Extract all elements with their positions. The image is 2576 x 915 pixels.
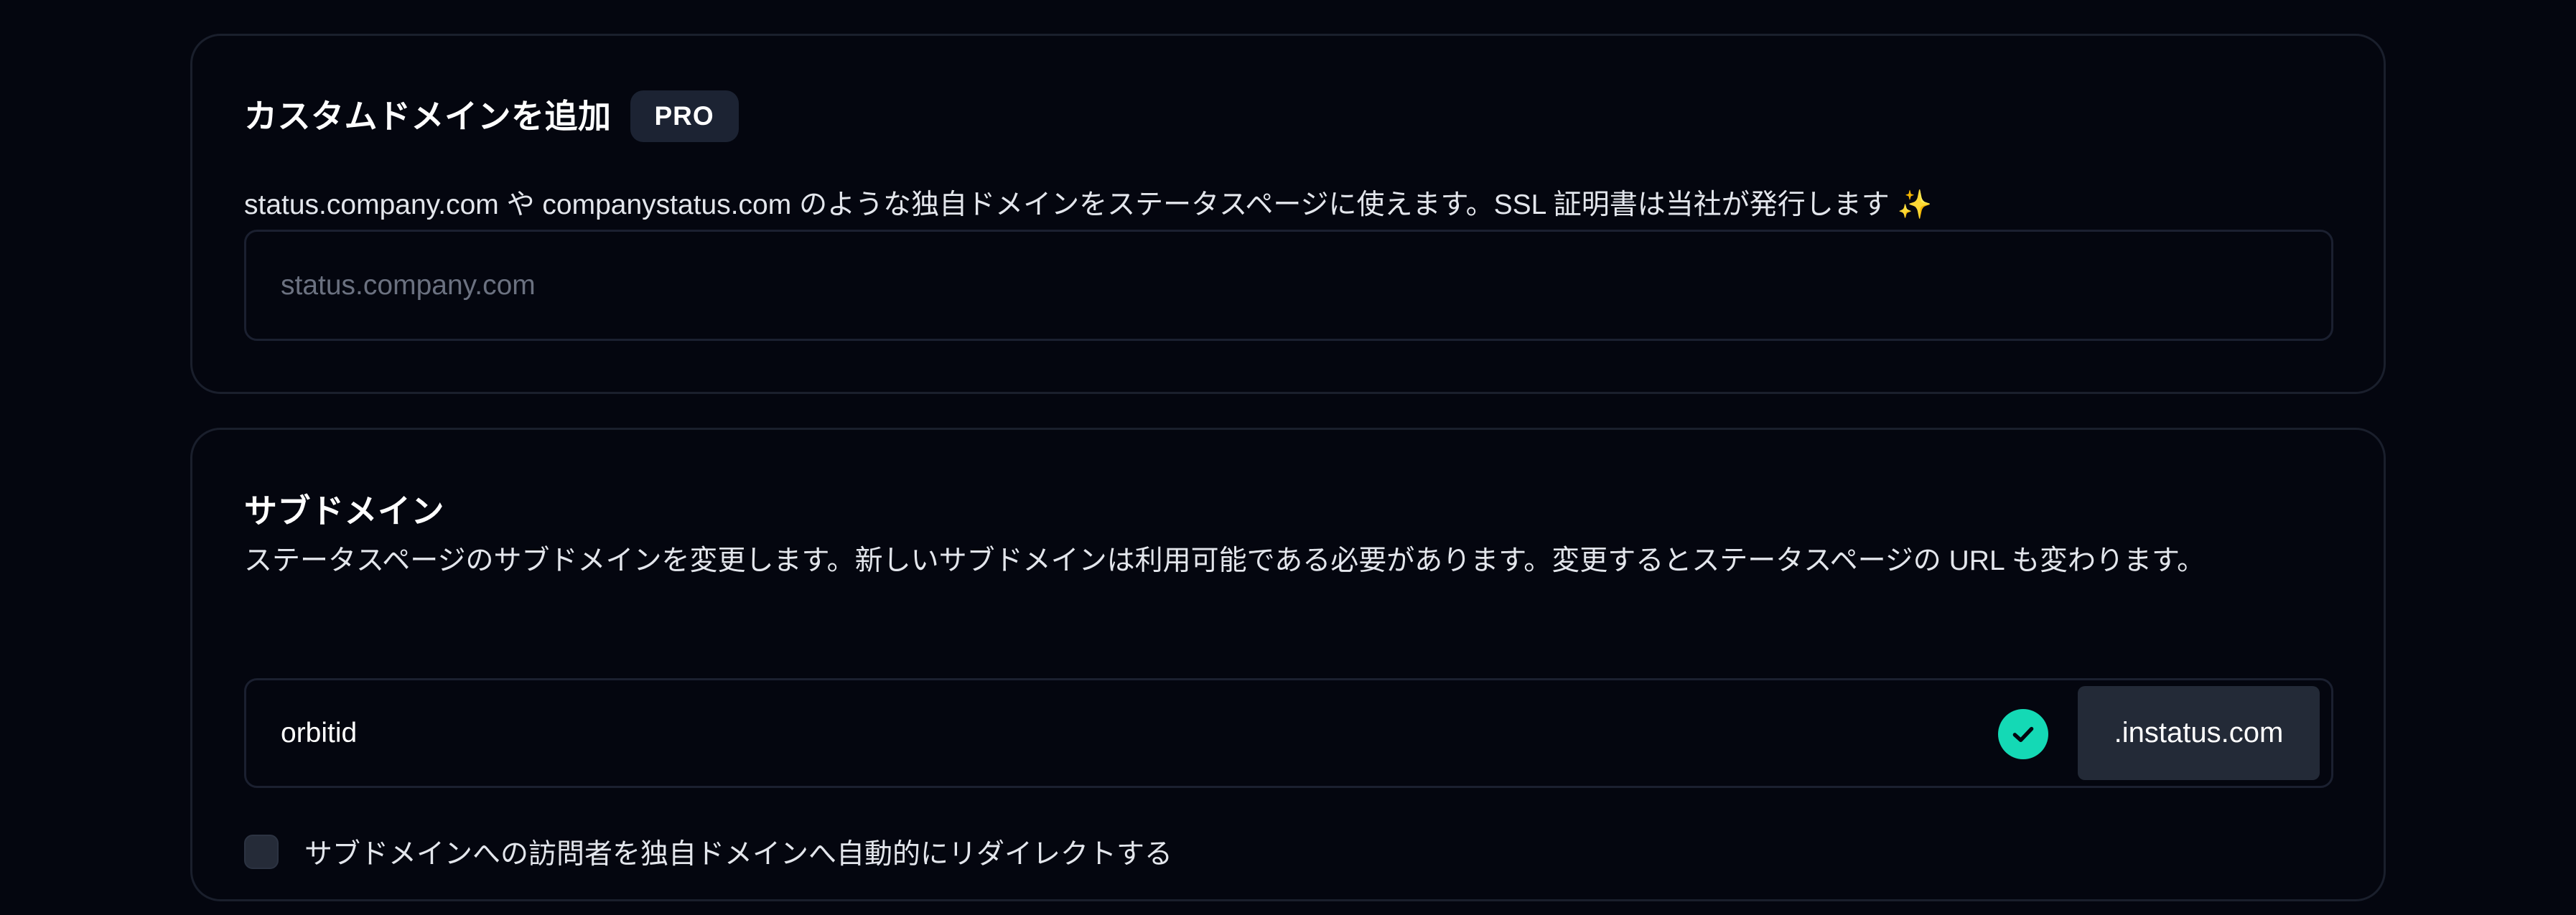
domain-suffix: .instatus.com (2078, 686, 2320, 780)
custom-domain-field (244, 230, 2333, 341)
redirect-option: サブドメインへの訪問者を独自ドメインへ自動的にリダイレクトする (244, 832, 1172, 872)
custom-domain-title: カスタムドメインを追加 (244, 98, 612, 135)
custom-domain-description: status.company.com や companystatus.com の… (244, 189, 1933, 220)
redirect-label[interactable]: サブドメインへの訪問者を独自ドメインへ自動的にリダイレクトする (304, 832, 1172, 872)
check-circle-icon (1998, 709, 2048, 759)
custom-domain-title-row: カスタムドメインを追加 PRO (244, 90, 739, 142)
custom-domain-card: カスタムドメインを追加 PRO status.company.com や com… (190, 34, 2386, 394)
subdomain-input[interactable] (246, 680, 1998, 786)
subdomain-description: ステータスページのサブドメインを変更します。新しいサブドメインは利用可能である必… (244, 545, 2206, 576)
subdomain-title: サブドメイン (244, 492, 444, 530)
redirect-checkbox[interactable] (244, 835, 279, 869)
subdomain-title-row: サブドメイン (244, 486, 444, 536)
checkmark-icon (2012, 726, 2034, 742)
subdomain-card: サブドメイン ステータスページのサブドメインを変更します。新しいサブドメインは利… (190, 428, 2386, 901)
pro-badge: PRO (630, 90, 739, 142)
subdomain-field: .instatus.com (244, 678, 2333, 788)
custom-domain-input[interactable] (246, 232, 2331, 339)
